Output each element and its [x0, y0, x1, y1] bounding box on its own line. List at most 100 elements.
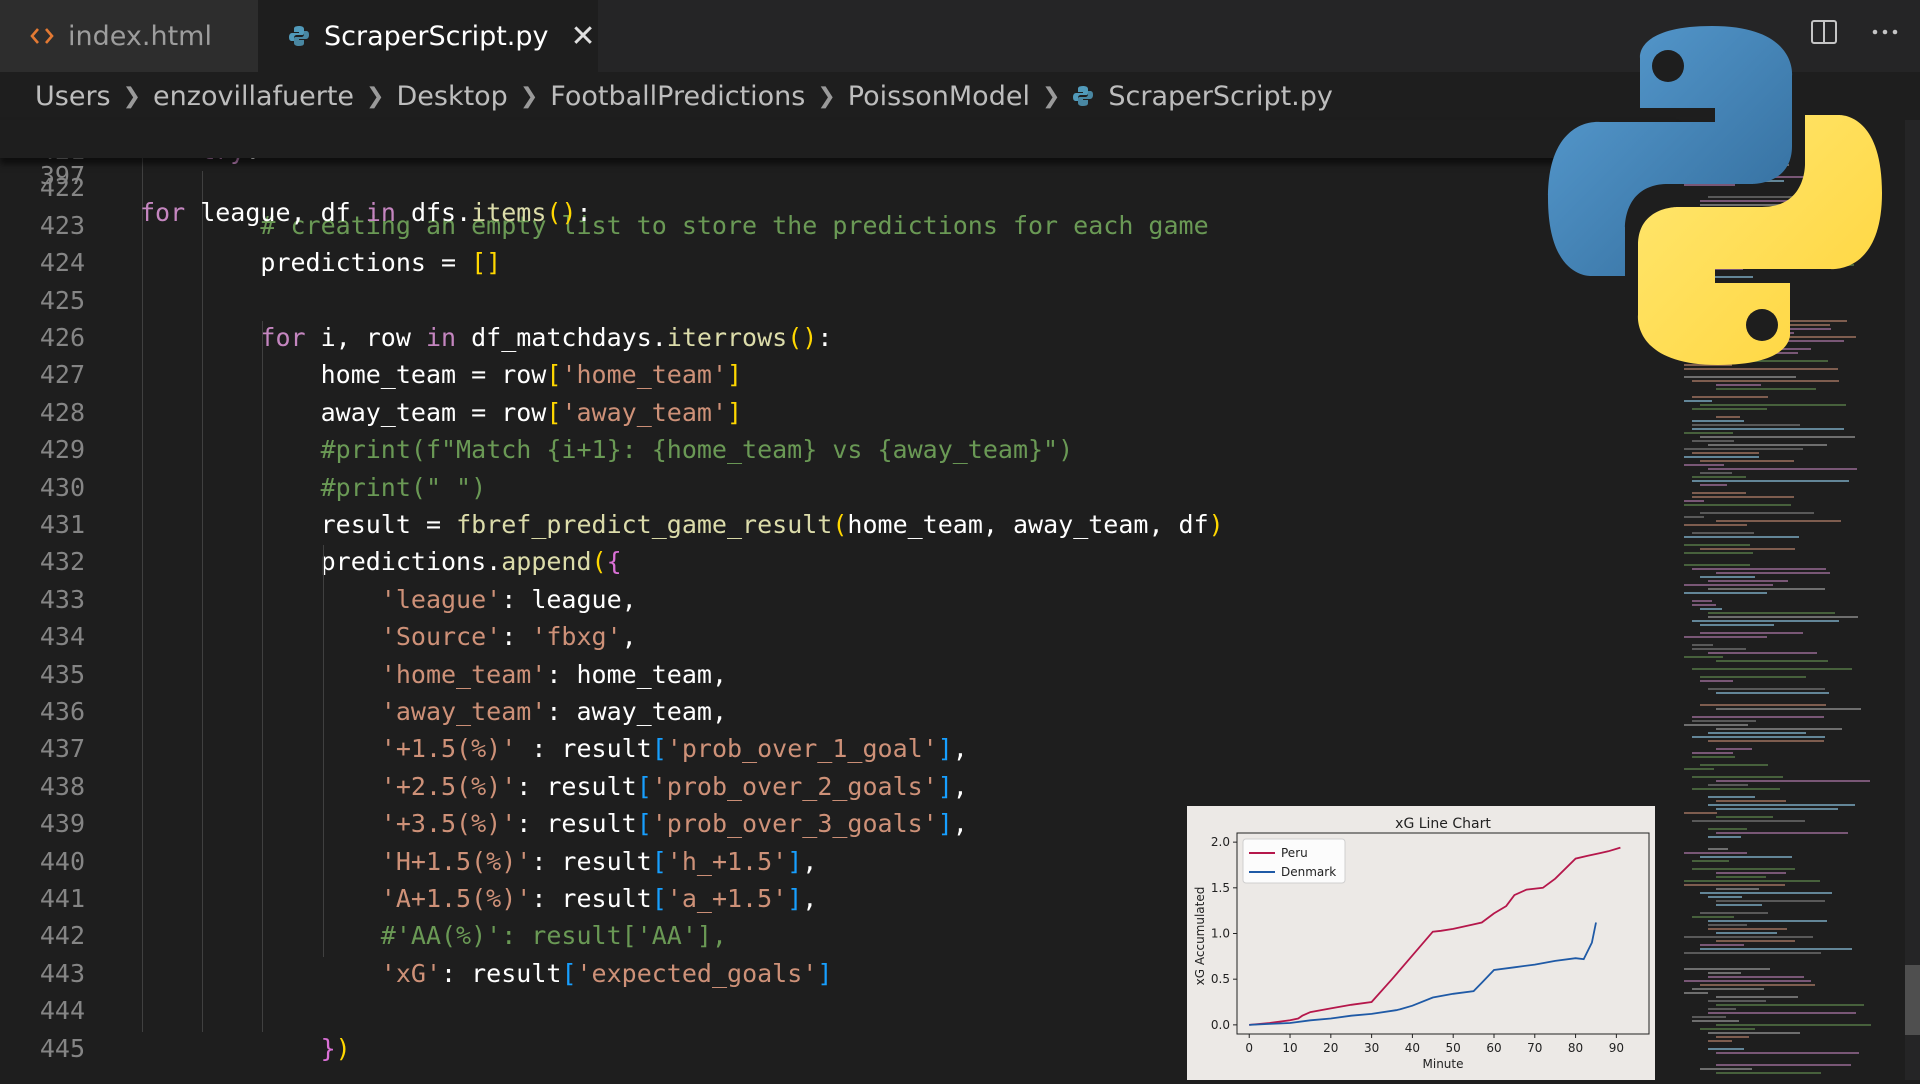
minimap-line — [1692, 424, 1800, 426]
close-icon[interactable]: ✕ — [571, 19, 596, 54]
code-line[interactable]: 433 'league': league, — [0, 581, 1676, 618]
code-token: 'away_team' — [561, 397, 728, 427]
minimap-line — [1692, 476, 1747, 478]
minimap-line — [1700, 436, 1856, 438]
code-token: '+1.5(%)' — [380, 734, 517, 764]
code-text: predictions.append({ — [321, 543, 622, 580]
chevron-right-icon: ❯ — [519, 83, 539, 109]
code-token: [ — [651, 846, 667, 876]
tab-index-html[interactable]: index.html — [0, 0, 258, 72]
code-line[interactable]: 425 — [0, 282, 1676, 319]
minimap-line — [1700, 764, 1768, 766]
minimap-line — [1708, 468, 1858, 470]
code-token: 'away_team' — [380, 697, 547, 726]
code-token: [ — [546, 360, 562, 390]
chart-title: xG Line Chart — [1395, 816, 1491, 832]
minimap-line — [1692, 496, 1795, 498]
code-token: , — [952, 771, 968, 801]
line-number: 437 — [39, 734, 85, 764]
minimap-line — [1700, 1028, 1755, 1030]
scrollbar-thumb[interactable] — [1905, 965, 1920, 1035]
tab-scraperscript-py[interactable]: ScraperScript.py ✕ — [258, 0, 598, 72]
breadcrumb-item[interactable]: PoissonModel — [848, 81, 1030, 112]
minimap-line — [1692, 720, 1756, 722]
code-line[interactable]: 434 'Source': 'fbxg', — [0, 618, 1676, 655]
code-token: : — [576, 198, 592, 227]
minimap-line — [1684, 724, 1749, 726]
minimap-line — [1684, 432, 1734, 434]
line-number: 443 — [39, 958, 85, 988]
code-token: ] — [787, 884, 803, 913]
code-line[interactable]: 430 #print(" ") — [0, 469, 1676, 506]
code-line[interactable]: 428 away_team = row['away_team'] — [0, 394, 1676, 431]
breadcrumb-item[interactable]: Users — [35, 81, 111, 112]
indent-guide — [142, 134, 143, 1032]
minimap-line — [1716, 900, 1826, 902]
line-number: 444 — [39, 996, 85, 1026]
indent-guide — [202, 171, 204, 1032]
minimap-line — [1708, 836, 1742, 838]
code-line[interactable]: 427 home_team = row['home_team'] — [0, 356, 1676, 393]
code-token: : — [501, 622, 532, 652]
code-token: [ — [546, 397, 562, 427]
code-token: ] — [937, 771, 953, 801]
sticky-scroll-line[interactable]: 397 for league, df in dfs.items(): — [0, 120, 1676, 227]
line-number: 445 — [39, 1033, 85, 1063]
code-line[interactable]: 438 '+2.5(%)': result['prob_over_2_goals'… — [0, 768, 1676, 805]
code-text: '+1.5(%)' : result['prob_over_1_goal'], — [381, 730, 968, 767]
minimap-line — [1692, 480, 1849, 482]
minimap-line — [1700, 484, 1728, 486]
chevron-right-icon: ❯ — [366, 83, 385, 109]
minimap-line — [1692, 604, 1717, 606]
code-line[interactable]: 437 '+1.5(%)' : result['prob_over_1_goal'… — [0, 730, 1676, 767]
minimap-line — [1716, 800, 1786, 802]
code-text: #'AA(%)': result['AA'], — [381, 917, 727, 954]
code-line[interactable]: 436 'away_team': away_team, — [0, 693, 1676, 730]
minimap-line — [1716, 996, 1798, 998]
minimap-line — [1692, 532, 1754, 534]
code-line[interactable]: 435 'home_team': home_team, — [0, 656, 1676, 693]
code-line[interactable]: 432 predictions.append({ — [0, 543, 1676, 580]
minimap-line — [1692, 788, 1780, 790]
code-line[interactable]: 424 predictions = [] — [0, 244, 1676, 281]
code-token: , — [802, 846, 818, 876]
breadcrumb-item[interactable]: FootballPredictions — [550, 81, 805, 112]
code-text: #print(" ") — [321, 469, 487, 506]
minimap-line — [1708, 616, 1859, 618]
minimap-line — [1708, 732, 1807, 734]
chart-xlabel: Minute — [1423, 1057, 1464, 1071]
breadcrumb-item[interactable]: Desktop — [396, 81, 507, 112]
x-tick-label: 30 — [1364, 1041, 1379, 1055]
breadcrumb-item[interactable]: ScraperScript.py — [1108, 81, 1333, 112]
line-number: 432 — [39, 547, 85, 577]
line-number: 429 — [39, 435, 85, 465]
minimap-line — [1700, 676, 1806, 678]
chevron-right-icon: ❯ — [122, 83, 142, 109]
line-number: 441 — [39, 884, 85, 913]
code-line[interactable]: 431 result = fbref_predict_game_result(ho… — [0, 506, 1676, 543]
code-text: '+3.5(%)': result['prob_over_3_goals'], — [381, 805, 968, 842]
code-line[interactable]: 426 for i, row in df_matchdays.iterrows()… — [0, 319, 1676, 356]
breadcrumb-item[interactable]: enzovillafuerte — [153, 81, 354, 112]
code-token: [ — [636, 771, 652, 801]
minimap-line — [1692, 568, 1827, 570]
minimap-line — [1700, 472, 1733, 474]
code-token: '+2.5(%)' — [380, 771, 517, 801]
minimap-line — [1700, 984, 1815, 986]
minimap-line — [1692, 868, 1795, 870]
minimap-line — [1684, 516, 1705, 518]
minimap-line — [1700, 704, 1827, 706]
code-token: , — [952, 809, 968, 839]
minimap-line — [1708, 1032, 1801, 1034]
code-token: : — [817, 323, 833, 352]
code-line[interactable]: 429 #print(f"Match {i+1}: {home_team} vs … — [0, 431, 1676, 468]
line-number: 436 — [39, 697, 85, 726]
minimap-line — [1684, 500, 1705, 502]
code-line: for league, df in dfs.items(): — [140, 194, 592, 231]
minimap-line — [1684, 968, 1770, 970]
code-token: , — [802, 884, 818, 913]
vertical-scrollbar[interactable] — [1905, 120, 1920, 1080]
minimap-line — [1700, 576, 1756, 578]
code-token: : result — [516, 734, 652, 764]
minimap-line — [1708, 848, 1729, 850]
